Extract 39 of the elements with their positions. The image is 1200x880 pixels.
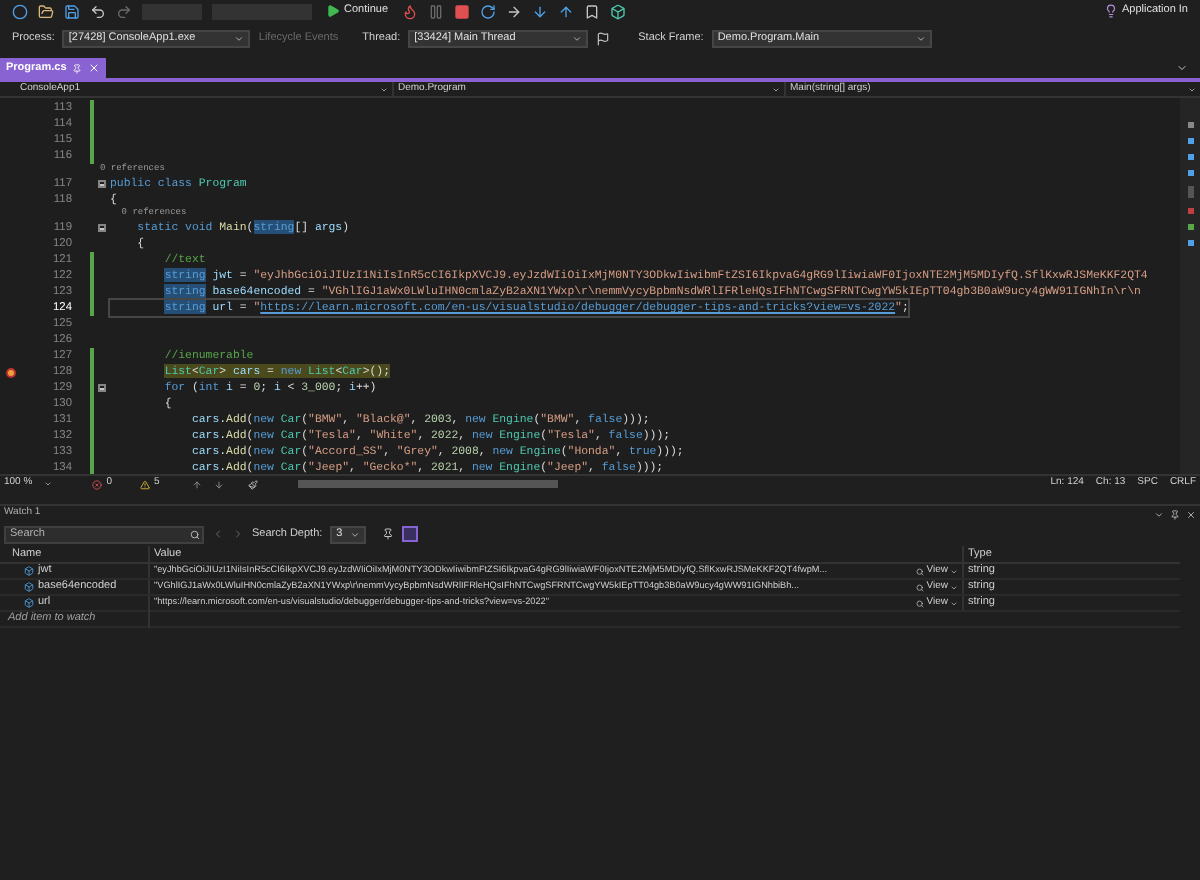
search-icon — [916, 567, 925, 575]
arrow-up-icon[interactable] — [191, 479, 202, 489]
caret-icon — [915, 33, 926, 43]
open-folder-icon[interactable] — [38, 3, 54, 19]
lightbulb-icon — [1103, 4, 1118, 18]
caret-icon — [234, 33, 245, 43]
play-icon — [326, 4, 340, 18]
brush-icon[interactable] — [247, 479, 258, 489]
save-icon[interactable] — [64, 3, 80, 19]
step-into-icon[interactable] — [532, 3, 549, 19]
caret-icon[interactable] — [1154, 509, 1164, 519]
flame-icon[interactable] — [402, 3, 419, 19]
redo-icon[interactable] — [116, 3, 132, 19]
pin-icon[interactable] — [382, 528, 395, 540]
step-out-icon[interactable] — [558, 3, 575, 19]
field-icon — [24, 566, 34, 576]
caret-icon — [572, 33, 583, 43]
search-icon — [916, 599, 925, 607]
fold-icon[interactable] — [98, 384, 106, 392]
arrow-right-icon[interactable] — [506, 3, 523, 19]
field-icon — [24, 598, 34, 608]
flag-icon[interactable] — [596, 31, 611, 45]
pause-icon[interactable] — [428, 3, 445, 19]
caret-icon — [350, 529, 361, 539]
box-icon[interactable] — [610, 3, 627, 19]
fold-icon[interactable] — [98, 224, 106, 232]
bookmark-icon[interactable] — [584, 3, 601, 19]
search-icon[interactable] — [190, 529, 200, 539]
pin-icon[interactable] — [1170, 509, 1180, 519]
field-icon — [24, 582, 34, 592]
error-icon — [92, 479, 103, 489]
scrollbar[interactable] — [1180, 98, 1200, 474]
restart-icon[interactable] — [480, 3, 497, 19]
search-icon — [916, 583, 925, 591]
undo-icon[interactable] — [90, 3, 106, 19]
stop-icon[interactable] — [454, 3, 471, 19]
warning-icon — [139, 479, 150, 489]
arrow-down-icon[interactable] — [213, 479, 224, 489]
fold-icon[interactable] — [98, 180, 106, 188]
